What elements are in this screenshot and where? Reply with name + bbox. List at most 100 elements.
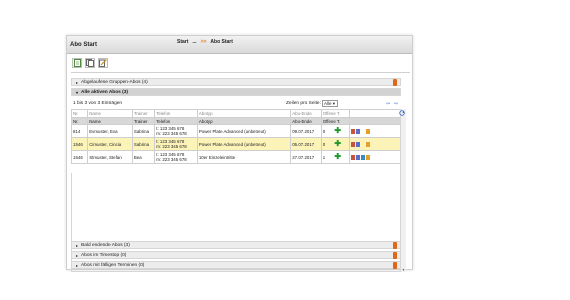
cell-trainer: Sabrina [131, 124, 156, 138]
edit-icon[interactable] [356, 141, 361, 147]
filter-telefon[interactable]: Telefon [154, 109, 198, 118]
cell-actions [349, 124, 406, 138]
book-icon[interactable] [351, 128, 356, 134]
cell-abo-ende: 05.07.2017 [290, 137, 322, 151]
cell-trainer: Bea [131, 150, 156, 164]
cell-name: Stmuster, Stefan [87, 150, 133, 164]
cell-nr: 1546 [70, 137, 89, 151]
filter-abotyp[interactable]: Abotyp [196, 109, 292, 118]
expand-arrow-icon: ▸ [76, 79, 79, 85]
breadcrumb-dots: ... [192, 39, 197, 45]
section-label: Abgelaufene Gruppen-Abos (4) [81, 79, 148, 85]
table-row[interactable]: 1546 Cimuster, Cincia Sabrina t: 123 345… [70, 137, 406, 151]
section-label: Bald endende Abos (3) [81, 242, 130, 248]
mobile-line: m: 223 345 678 [156, 157, 187, 162]
cell-offene: 0 ✚ [320, 124, 351, 138]
cell-trainer: Sabrina [131, 137, 156, 151]
add-icon[interactable]: ✚ [334, 127, 341, 135]
edit-icon[interactable] [98, 58, 108, 68]
book-icon[interactable] [351, 141, 356, 147]
add-icon[interactable]: ✚ [334, 140, 341, 148]
mobile-line: m: 223 345 678 [156, 131, 187, 136]
cell-name: Evmuster, Eva [87, 124, 133, 138]
table-row[interactable]: 814 Evmuster, Eva Sabrina t: 123 345 678… [70, 124, 406, 138]
section-expired-group-abos[interactable]: ▸ Abgelaufene Gruppen-Abos (4) [71, 78, 401, 86]
breadcrumb-current: Abo Start [210, 39, 233, 45]
open-count: 1 [322, 155, 326, 160]
filter-abo-ende[interactable]: Abo-Ende [290, 109, 322, 118]
collapse-arrow-icon: ▾ [76, 89, 79, 95]
alert-icon[interactable] [393, 252, 397, 259]
section-label: Abos mit fälligen Terminen (0) [81, 262, 145, 268]
per-page-select[interactable]: Alle ▾ [322, 100, 338, 107]
abo-start-panel: Abo Start Start ... >> Abo Start ▸ Abgel… [66, 35, 413, 272]
col-actions [349, 117, 406, 125]
col-offene[interactable]: Offene T. [320, 117, 351, 125]
cell-name: Cimuster, Cincia [87, 137, 133, 151]
section-ending-abos[interactable]: ▸ Bald endende Abos (3) [71, 241, 401, 249]
open-count: 0 [322, 142, 326, 147]
cell-offene: 0 ✚ [320, 137, 351, 151]
calendar-icon[interactable] [361, 154, 366, 160]
alert-icon[interactable] [393, 242, 397, 249]
book-icon[interactable] [351, 154, 356, 160]
prev-page-icon[interactable]: ⇦ [386, 101, 390, 107]
filter-row: Nr. Name Trainer Telefon Abotyp Abo-Ende… [70, 109, 406, 118]
filter-name[interactable]: Name [87, 109, 133, 118]
col-nr[interactable]: Nr. [70, 117, 89, 125]
alert-icon[interactable] [393, 262, 397, 269]
open-count: 0 [322, 129, 326, 134]
cell-telefon: t: 123 345 678 m: 223 345 678 [154, 150, 198, 164]
filter-actions [349, 109, 406, 118]
per-page-value: Alle [324, 101, 332, 106]
user-icon[interactable] [366, 141, 371, 147]
section-active-abos[interactable]: ▾ Alle aktiven Abos (3) [71, 88, 401, 96]
filter-trainer[interactable]: Trainer [131, 109, 156, 118]
cell-abotyp: 10er Einzeleintritte [196, 150, 292, 164]
mobile-line: m: 223 345 678 [156, 144, 187, 149]
entry-count: 1 bis 3 von 3 Einträgen [73, 101, 123, 106]
breadcrumb-separator: >> [200, 39, 207, 45]
cell-abotyp: Power Plate Advanced (unbetreut) [196, 137, 292, 151]
alert-icon[interactable] [393, 79, 397, 86]
edit-icon[interactable] [356, 128, 361, 134]
copy-icon[interactable] [85, 58, 95, 68]
abo-table: Nr. Name Trainer Telefon Abotyp Abo-Ende… [70, 109, 406, 164]
cell-actions [349, 150, 406, 164]
scroll-down-icon[interactable]: ▾ [401, 267, 406, 272]
cell-abo-ende: 09.07.2017 [290, 124, 322, 138]
filter-offene[interactable]: Offene T. [320, 109, 351, 118]
next-page-icon[interactable]: ⇨ [394, 101, 398, 107]
refresh-icon[interactable] [399, 110, 405, 118]
section-label: Abos im Timestop (0) [81, 252, 127, 258]
expand-arrow-icon: ▸ [76, 242, 79, 248]
toolbar [72, 58, 108, 68]
breadcrumb-start-link[interactable]: Start [177, 39, 188, 45]
cell-offene: 1 ✚ [320, 150, 351, 164]
cell-nr: 1646 [70, 150, 89, 164]
title-bar: Abo Start Start ... >> Abo Start [67, 36, 412, 54]
section-due-abos[interactable]: ▸ Abos mit fälligen Terminen (0) [71, 261, 401, 269]
edit-icon[interactable] [356, 154, 361, 160]
toolbar-divider [71, 72, 410, 73]
header-row: Nr. Name Trainer Telefon Abotyp Abo-Ende… [70, 117, 406, 125]
section-label: Alle aktiven Abos (3) [81, 89, 129, 95]
add-icon[interactable]: ✚ [334, 153, 341, 161]
cell-abotyp: Power Plate Advanced (unbetreut) [196, 124, 292, 138]
table-row[interactable]: 1646 Stmuster, Stefan Bea t: 123 345 678… [70, 150, 406, 164]
col-abotyp[interactable]: Abotyp [196, 117, 292, 125]
user-icon[interactable] [366, 128, 371, 134]
col-telefon[interactable]: Telefon [154, 117, 198, 125]
page-title: Abo Start [70, 42, 97, 48]
col-trainer[interactable]: Trainer [131, 117, 156, 125]
cell-abo-ende: 27.07.2017 [290, 150, 322, 164]
col-abo-ende[interactable]: Abo-Ende [290, 117, 322, 125]
breadcrumb: Start ... >> Abo Start [177, 39, 233, 45]
user-icon[interactable] [366, 154, 371, 160]
filter-nr[interactable]: Nr. [70, 109, 89, 118]
col-name[interactable]: Name [87, 117, 133, 125]
document-icon[interactable] [72, 58, 82, 68]
cell-telefon: t: 123 345 678 m: 223 345 678 [154, 124, 198, 138]
per-page-label: Zeilen pro Seite: [286, 101, 321, 106]
section-timestop-abos[interactable]: ▸ Abos im Timestop (0) [71, 251, 401, 259]
